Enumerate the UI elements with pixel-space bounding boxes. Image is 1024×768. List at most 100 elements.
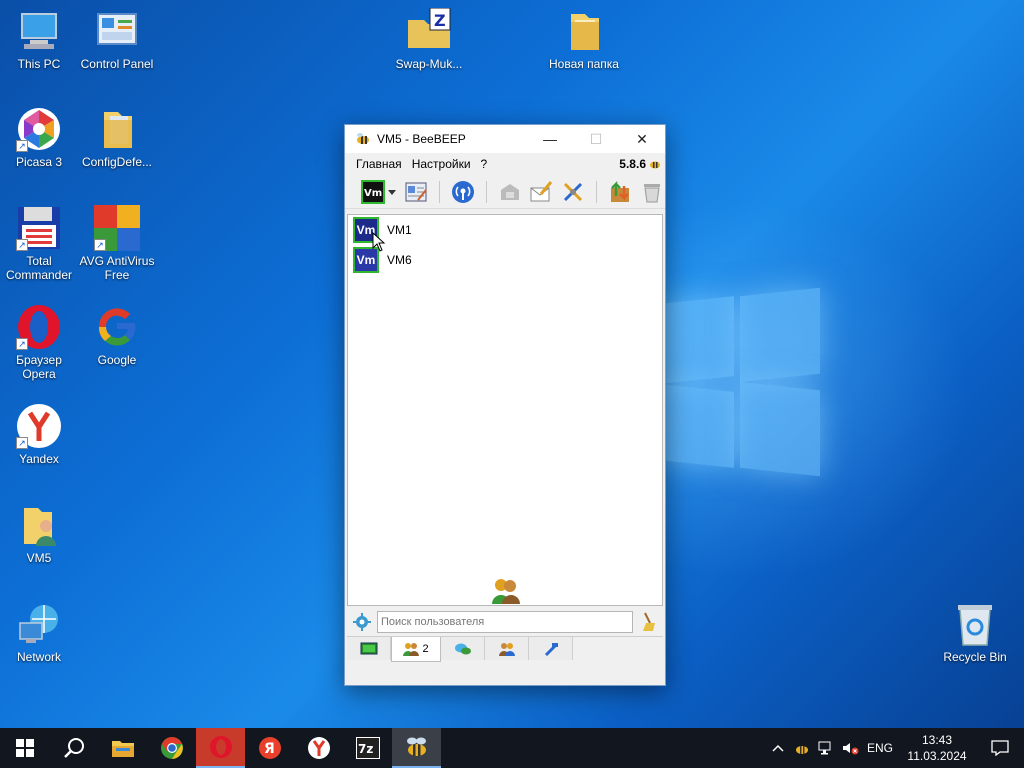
shortcut-arrow-icon: ↗ — [16, 239, 28, 251]
desktop-icon-total-commander[interactable]: ↗ Total Commander — [0, 205, 78, 282]
update-arrows-icon — [611, 180, 630, 202]
desktop-icon-google[interactable]: Google — [78, 304, 156, 367]
plugins-button[interactable] — [560, 178, 586, 206]
settings-gear-icon[interactable] — [351, 611, 373, 633]
folder-icon — [561, 8, 607, 54]
desktop-icon-label: Google — [97, 353, 137, 367]
svg-text:Z: Z — [434, 11, 446, 30]
list-item[interactable]: Vm VM1 — [348, 215, 662, 245]
maximize-button[interactable]: ☐ — [573, 125, 619, 153]
yandex-icon: ↗ — [16, 403, 62, 449]
shortcut-arrow-icon: ↗ — [94, 239, 106, 251]
desktop-icon-label: This PC — [17, 57, 61, 71]
svg-text:7z: 7z — [358, 742, 373, 756]
shortcut-arrow-icon: ↗ — [16, 140, 28, 152]
desktop-icon-this-pc[interactable]: This PC — [0, 8, 78, 71]
offline-messages-button[interactable] — [497, 178, 523, 206]
menu-help[interactable]: ? — [476, 157, 493, 171]
user-name: VM6 — [387, 253, 412, 267]
mailbox-icon — [500, 183, 519, 200]
taskbar-file-explorer[interactable] — [98, 728, 147, 768]
desktop-icon-picasa[interactable]: ↗ Picasa 3 — [0, 106, 78, 169]
desktop-icon-vm5[interactable]: VM5 — [0, 502, 78, 565]
desktop-icon-recycle-bin[interactable]: Recycle Bin — [936, 601, 1014, 664]
desktop-icon-swap[interactable]: Z Swap-Muk... — [390, 7, 468, 71]
trash-button[interactable] — [639, 178, 665, 206]
user-list: Vm VM1 Vm VM6 — [347, 214, 663, 606]
desktop-icon-label: Новая папка — [549, 57, 619, 71]
taskbar-yandex-browser[interactable]: Я — [245, 728, 294, 768]
taskbar-opera[interactable] — [196, 728, 245, 768]
menu-bar: Главная Настройки ? 5.8.6 — [345, 153, 665, 175]
folder-icon — [111, 741, 134, 757]
clock-time: 13:43 — [921, 733, 953, 747]
desktop-icon-configdefender[interactable]: ConfigDefe... — [78, 106, 156, 169]
toolbar: Vm — [345, 175, 665, 209]
tab-files[interactable] — [529, 637, 573, 660]
folder-icon — [94, 106, 140, 152]
desktop-icon-avg[interactable]: ↗ AVG AntiVirus Free — [78, 205, 156, 282]
vm-status-icon: Vm — [361, 179, 396, 204]
search-button[interactable] — [49, 728, 98, 768]
desktop-icon-label: VM5 — [26, 551, 52, 565]
start-button[interactable] — [0, 728, 49, 768]
system-tray: ENG 13:43 11.03.2024 — [766, 728, 1024, 768]
desktop-icon-network[interactable]: Network — [0, 601, 78, 664]
shortcut-arrow-icon: ↗ — [16, 437, 28, 449]
desktop-icon-new-folder[interactable]: Новая папка — [545, 8, 623, 71]
close-button[interactable]: ✕ — [619, 125, 665, 153]
envelope-pencil-icon — [530, 180, 553, 201]
search-input[interactable] — [377, 611, 633, 633]
toolbar-separator — [438, 180, 440, 203]
user-folder-icon — [16, 502, 62, 548]
desktop-icon-label: Swap-Muk... — [395, 57, 463, 71]
desktop-icon-label: Total Commander — [5, 254, 73, 282]
status-button[interactable]: Vm — [361, 178, 397, 206]
tab-users[interactable]: 2 — [391, 637, 441, 662]
volume-muted-icon[interactable] — [838, 741, 862, 755]
mouse-cursor-icon — [372, 232, 386, 252]
opera-icon: ↗ — [16, 304, 62, 350]
7zip-icon: 7z — [355, 737, 380, 759]
taskbar-chrome[interactable] — [147, 728, 196, 768]
broadcast-button[interactable] — [450, 178, 476, 206]
clear-broom-icon[interactable] — [637, 611, 659, 633]
network-tray-icon[interactable] — [814, 741, 838, 755]
beebeep-window: VM5 - BeeBEEP — ☐ ✕ Главная Настройки ? … — [344, 124, 666, 686]
clock[interactable]: 13:43 11.03.2024 — [898, 732, 976, 764]
computer-icon — [16, 8, 62, 54]
taskbar-7zip[interactable]: 7z — [343, 728, 392, 768]
chat-screen-icon — [360, 642, 377, 654]
menu-main[interactable]: Главная — [351, 157, 407, 171]
taskbar-beebeep[interactable] — [392, 728, 441, 768]
write-message-button[interactable] — [529, 178, 555, 206]
list-item[interactable]: Vm VM6 — [348, 245, 662, 275]
zip-folder-icon: Z — [406, 7, 452, 54]
show-hidden-icons-chevron-up-icon[interactable] — [766, 744, 790, 752]
avg-icon: ↗ — [94, 205, 140, 251]
picasa-icon: ↗ — [16, 106, 62, 152]
desktop-icon-control-panel[interactable]: Control Panel — [78, 8, 156, 71]
tab-chats[interactable] — [441, 637, 485, 660]
notifications-button[interactable] — [976, 740, 1024, 756]
chat-bubbles-icon — [454, 643, 471, 654]
version-label: 5.8.6 — [619, 157, 661, 171]
window-titlebar[interactable]: VM5 - BeeBEEP — ☐ ✕ — [345, 125, 665, 153]
desktop-icon-label: Control Panel — [80, 57, 154, 71]
window-title: VM5 - BeeBEEP — [377, 132, 466, 146]
google-icon — [94, 304, 140, 350]
desktop-icon-label: Recycle Bin — [943, 650, 1007, 664]
tab-groups[interactable] — [485, 637, 529, 660]
desktop-icon-label: Браузер Opera — [16, 353, 62, 381]
edit-profile-button[interactable] — [403, 178, 429, 206]
language-indicator[interactable]: ENG — [862, 741, 898, 755]
tab-chat-list[interactable] — [347, 637, 391, 660]
taskbar-yandex[interactable] — [294, 728, 343, 768]
desktop-icon-opera[interactable]: ↗ Браузер Opera — [0, 304, 78, 381]
menu-settings[interactable]: Настройки — [407, 157, 476, 171]
minimize-button[interactable]: — — [527, 125, 573, 153]
bee-tray-icon[interactable] — [790, 741, 814, 755]
desktop-icon-yandex[interactable]: ↗ Yandex — [0, 403, 78, 466]
update-button[interactable] — [607, 178, 633, 206]
file-share-icon — [544, 642, 558, 656]
